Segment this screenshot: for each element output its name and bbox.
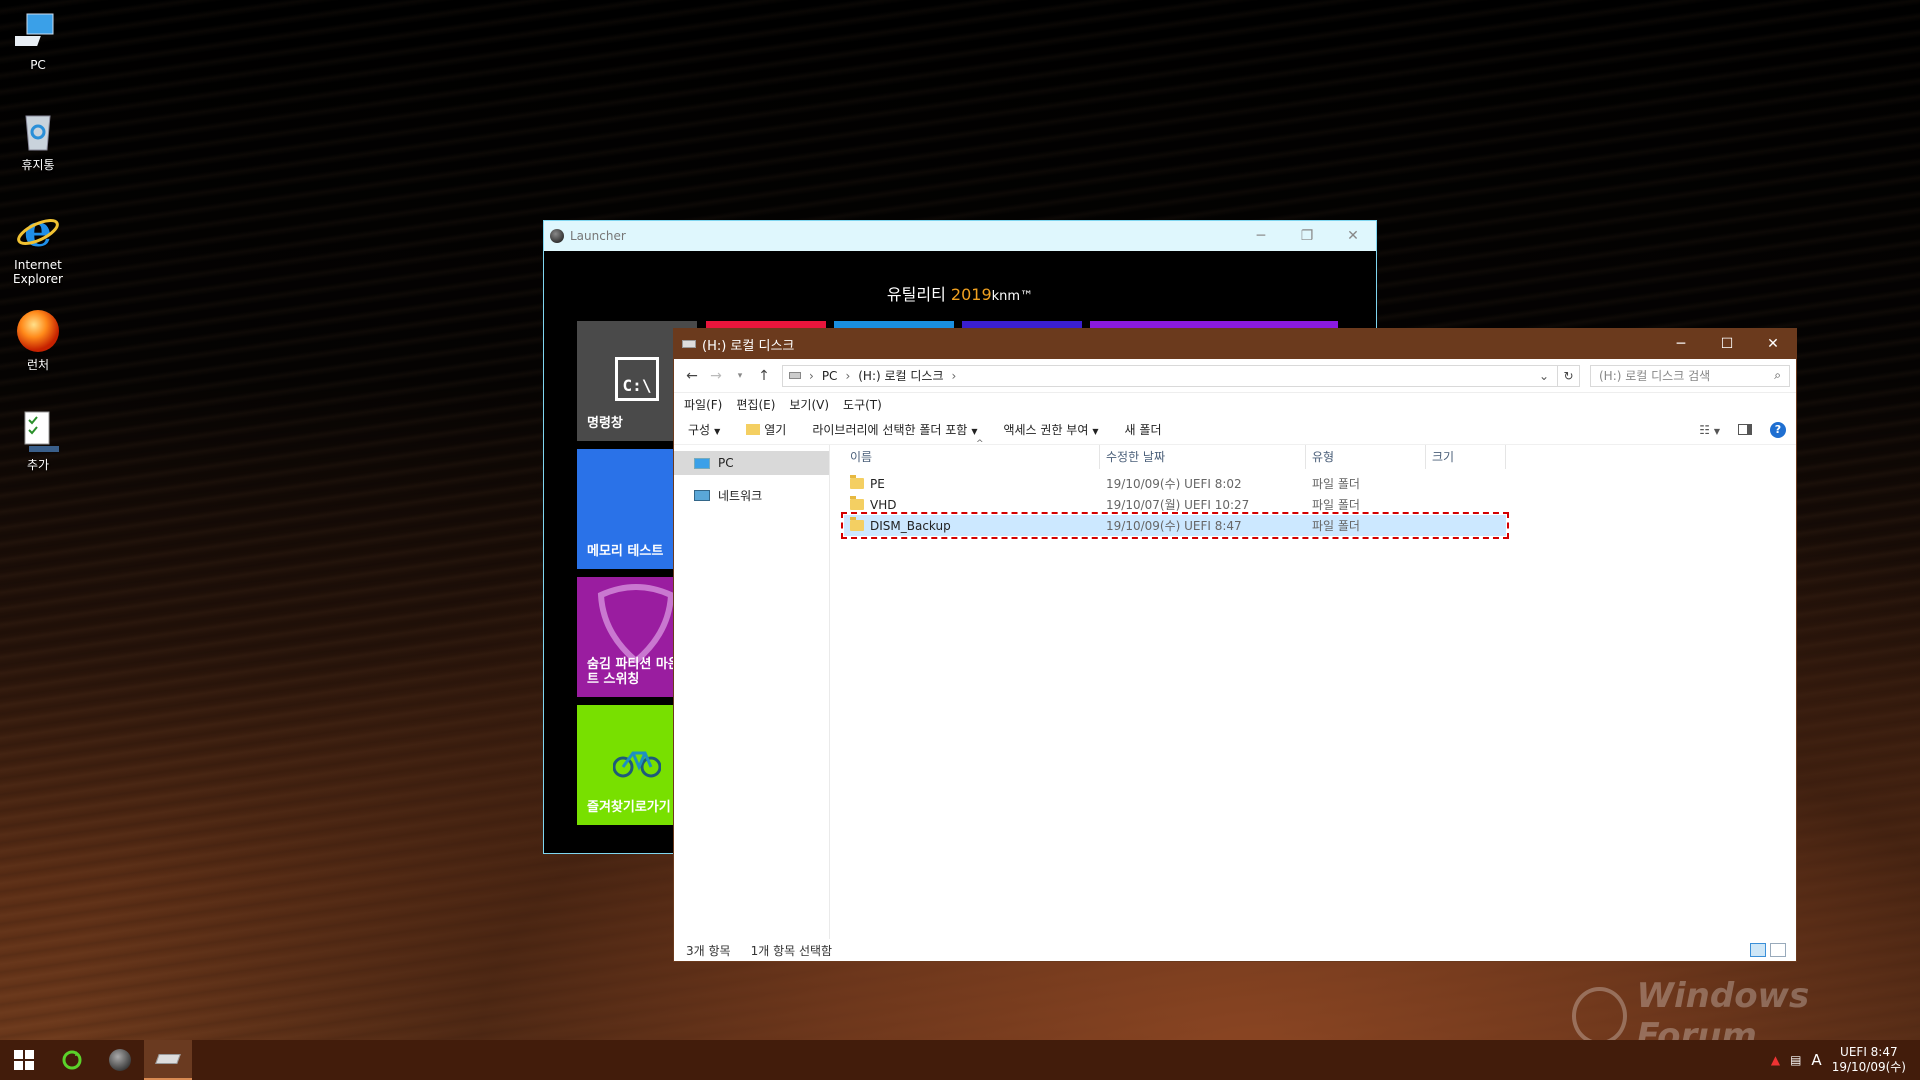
navigation-pane: PC 네트워크 (674, 445, 830, 939)
launcher-orb-icon (109, 1049, 131, 1071)
menu-tools[interactable]: 도구(T) (843, 396, 882, 413)
launcher-orb-icon (15, 308, 61, 354)
address-bar[interactable]: › PC › (H:) 로컬 디스크 › ⌄ (782, 364, 1558, 387)
start-button[interactable] (0, 1040, 48, 1080)
file-list: ^ 이름 수정한 날짜 유형 크기 PE 19/10/09(수) UEFI 8:… (841, 439, 1796, 939)
command-prompt-icon: C:\ (615, 357, 659, 401)
desktop-icon-recycle-bin[interactable]: 휴지통 (4, 108, 72, 172)
refresh-button[interactable]: ↻ (1558, 364, 1580, 387)
table-row[interactable]: VHD 19/10/07(월) UEFI 10:27 파일 폴더 (844, 494, 1796, 515)
taskbar-refresh-app[interactable] (48, 1040, 96, 1080)
network-icon (694, 489, 710, 501)
green-refresh-icon (62, 1050, 82, 1070)
search-icon: ⌕ (1774, 368, 1781, 382)
help-icon[interactable]: ? (1770, 421, 1786, 438)
internet-explorer-icon: e (15, 206, 61, 257)
menu-view[interactable]: 보기(V) (789, 396, 829, 413)
bicycle-icon (613, 751, 661, 778)
view-options-button[interactable]: ☷ ▼ (1699, 423, 1720, 437)
taskbar: ▲ ▤ A UEFI 8:47 19/10/09(수) (0, 1040, 1920, 1080)
desktop-icon-add[interactable]: 추가 (4, 408, 72, 472)
svg-text:e: e (24, 208, 52, 254)
system-tray: ▲ ▤ A UEFI 8:47 19/10/09(수) (1771, 1045, 1920, 1075)
desktop-icon-launcher[interactable]: 런처 (4, 308, 72, 372)
nav-item-network[interactable]: 네트워크 (674, 483, 829, 507)
address-row: ← → ▾ ↑ › PC › (H:) 로컬 디스크 › ⌄ ↻ (H:) 로컬… (674, 359, 1796, 393)
desktop-icon-label: 런처 (26, 358, 50, 372)
network-icon[interactable]: ▤ (1790, 1053, 1801, 1067)
launcher-title: Launcher (570, 229, 626, 243)
desktop-icon-label: PC (30, 58, 46, 72)
folder-icon (850, 516, 864, 531)
status-item-count: 3개 항목 (686, 943, 731, 958)
computer-icon (7, 8, 61, 54)
menu-bar: 파일(F) 편집(E) 보기(V) 도구(T) (674, 393, 1796, 415)
include-in-library-button[interactable]: 라이브러리에 선택한 폴더 포함 ▼ (812, 421, 977, 438)
menu-edit[interactable]: 편집(E) (736, 396, 775, 413)
status-bar: 3개 항목 1개 항목 선택함 (674, 939, 1796, 961)
breadcrumb-drive[interactable]: (H:) 로컬 디스크 (858, 367, 943, 384)
details-view-button[interactable] (1750, 943, 1766, 957)
column-size[interactable]: 크기 (1426, 445, 1506, 469)
drive-icon (155, 1054, 181, 1064)
search-input[interactable]: (H:) 로컬 디스크 검색 ⌕ (1590, 364, 1790, 387)
close-button[interactable]: ✕ (1750, 336, 1796, 352)
desktop-icon-label: Internet Explorer (13, 258, 63, 286)
forward-button[interactable]: → (704, 368, 728, 384)
maximize-button[interactable]: ☐ (1704, 336, 1750, 352)
new-folder-button[interactable]: 새 폴더 (1125, 421, 1162, 438)
desktop-icon-internet-explorer[interactable]: e Internet Explorer (4, 206, 72, 286)
minimize-button[interactable]: ─ (1238, 228, 1284, 244)
guitar-pick-icon (597, 584, 675, 663)
column-name[interactable]: 이름 (844, 445, 1100, 469)
recycle-bin-icon (15, 108, 61, 154)
windows-logo-icon (14, 1050, 34, 1070)
organize-button[interactable]: 구성 ▼ (688, 421, 720, 438)
explorer-title: (H:) 로컬 디스크 (702, 338, 795, 354)
breadcrumb-pc[interactable]: PC (822, 369, 838, 383)
menu-file[interactable]: 파일(F) (684, 396, 722, 413)
explorer-titlebar[interactable]: (H:) 로컬 디스크 ─ ☐ ✕ (674, 329, 1796, 359)
tray-arrow-icon[interactable]: ▲ (1771, 1053, 1780, 1067)
close-button[interactable]: ✕ (1330, 228, 1376, 244)
sort-caret-icon: ^ (976, 439, 984, 449)
nav-item-pc[interactable]: PC (674, 451, 829, 475)
drive-icon (789, 372, 801, 379)
launcher-heading: 유틸리티 2019knm™ (886, 285, 1034, 304)
desktop-icon-label: 추가 (26, 458, 50, 472)
taskbar-explorer[interactable] (144, 1040, 192, 1080)
explorer-window: (H:) 로컬 디스크 ─ ☐ ✕ ← → ▾ ↑ › PC › (H:) 로컬… (673, 328, 1797, 962)
folder-icon (850, 495, 864, 510)
drive-icon (682, 340, 696, 348)
checklist-icon (15, 408, 61, 454)
windows-forum-logo-icon (1572, 987, 1627, 1045)
minimize-button[interactable]: ─ (1658, 336, 1704, 352)
share-with-button[interactable]: 액세스 권한 부여 ▼ (1003, 421, 1098, 438)
table-row[interactable]: PE 19/10/09(수) UEFI 8:02 파일 폴더 (844, 473, 1796, 494)
command-bar: 구성 ▼ 열기 라이브러리에 선택한 폴더 포함 ▼ 액세스 권한 부여 ▼ 새 폴더… (674, 415, 1796, 445)
open-button[interactable]: 열기 (746, 421, 786, 438)
desktop-icon-pc[interactable]: PC (4, 8, 72, 72)
desktop-icon-label: 휴지통 (21, 158, 55, 172)
recent-dropdown[interactable]: ▾ (728, 371, 752, 381)
ime-indicator[interactable]: A (1811, 1051, 1821, 1069)
large-icons-view-button[interactable] (1770, 943, 1786, 957)
up-button[interactable]: ↑ (752, 368, 776, 384)
computer-icon (694, 457, 710, 469)
clock[interactable]: UEFI 8:47 19/10/09(수) (1832, 1045, 1906, 1075)
preview-pane-button[interactable] (1738, 424, 1752, 435)
address-dropdown[interactable]: ⌄ (1539, 369, 1557, 383)
folder-open-icon (746, 424, 761, 435)
folder-icon (850, 474, 864, 489)
launcher-orb-icon (550, 229, 564, 243)
column-type[interactable]: 유형 (1306, 445, 1426, 469)
table-row-selected[interactable]: DISM_Backup 19/10/09(수) UEFI 8:47 파일 폴더 (841, 512, 1509, 539)
back-button[interactable]: ← (680, 368, 704, 384)
taskbar-launcher[interactable] (96, 1040, 144, 1080)
column-modified[interactable]: 수정한 날짜 (1100, 445, 1306, 469)
restore-button[interactable]: ❐ (1284, 228, 1330, 244)
status-selected-count: 1개 항목 선택함 (750, 943, 833, 958)
column-headers: ^ 이름 수정한 날짜 유형 크기 (844, 439, 1796, 469)
launcher-titlebar[interactable]: Launcher ─ ❐ ✕ (544, 221, 1376, 251)
